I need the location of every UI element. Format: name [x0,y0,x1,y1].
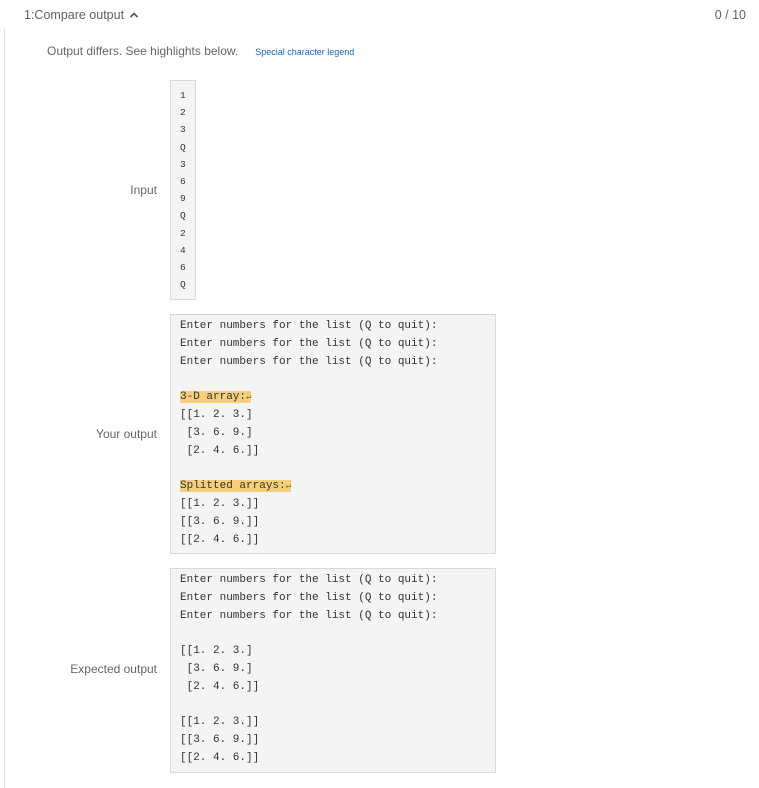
output-line: [[1. 2. 3.]] [180,497,260,510]
input-label: Input [130,183,157,197]
test-header: 1:Compare output 0 / 10 [24,8,746,26]
input-line: 3 [180,158,186,170]
output-line: [3. 6. 9.] [180,662,253,675]
output-line: [[3. 6. 9.]] [180,515,260,528]
chevron-up-icon [129,12,139,18]
test-title-text: 1:Compare output [24,8,125,22]
output-line: Enter numbers for the list (Q to quit): [180,609,438,622]
diff-highlight: 3-D array:↵ [180,391,252,404]
input-line: Q [180,210,186,222]
output-line: [3. 6. 9.] [180,426,253,439]
output-line: [2. 4. 6.]] [180,444,260,457]
input-line: Q [180,141,186,153]
output-line: Splitted arrays:↵ [180,478,495,496]
output-line: [[2. 4. 6.]] [180,751,260,764]
input-line: 6 [180,261,186,273]
input-line: 1 [180,90,186,101]
expected-output-label: Expected output [70,662,157,676]
your-output-box: Enter numbers for the list (Q to quit): … [170,314,496,554]
newline-icon: ↵ [285,481,292,492]
output-line: Enter numbers for the list (Q to quit): [180,591,438,604]
output-line: Enter numbers for the list (Q to quit): [180,320,438,332]
expected-output-box: Enter numbers for the list (Q to quit): … [170,568,496,773]
input-line: Q [180,279,186,291]
input-line: 4 [180,244,186,256]
input-line: 2 [180,227,186,239]
highlighted-text: 3-D array: [180,391,247,404]
status-row: Output differs. See highlights below. Sp… [47,44,354,58]
output-line: Enter numbers for the list (Q to quit): [180,355,438,368]
diff-message: Output differs. See highlights below. [47,44,239,58]
highlighted-text: Splitted arrays: [180,480,286,493]
output-line: Enter numbers for the list (Q to quit): [180,574,438,586]
output-line: [2. 4. 6.]] [180,680,260,693]
input-box: 1 2 3 Q 3 6 9 Q 2 4 6 Q [170,80,196,300]
output-line: [[1. 2. 3.] [180,645,253,658]
special-character-legend-link[interactable]: Special character legend [255,47,354,57]
output-line: [[1. 2. 3.] [180,408,253,421]
newline-icon: ↵ [246,392,252,403]
compare-output-toggle[interactable]: 1:Compare output [24,8,140,22]
input-line: 9 [180,193,186,205]
output-line: [[3. 6. 9.]] [180,734,260,747]
output-line: Enter numbers for the list (Q to quit): [180,337,438,350]
output-line: [[2. 4. 6.]] [180,533,260,546]
output-line: [[1. 2. 3.]] [180,716,260,729]
input-line: 2 [180,107,186,119]
input-line: 6 [180,175,186,187]
output-line: 3-D array:↵ [180,389,495,407]
input-line: 3 [180,124,186,136]
diff-highlight: Splitted arrays:↵ [180,480,292,493]
your-output-label: Your output [96,427,157,441]
score-label: 0 / 10 [714,8,746,22]
